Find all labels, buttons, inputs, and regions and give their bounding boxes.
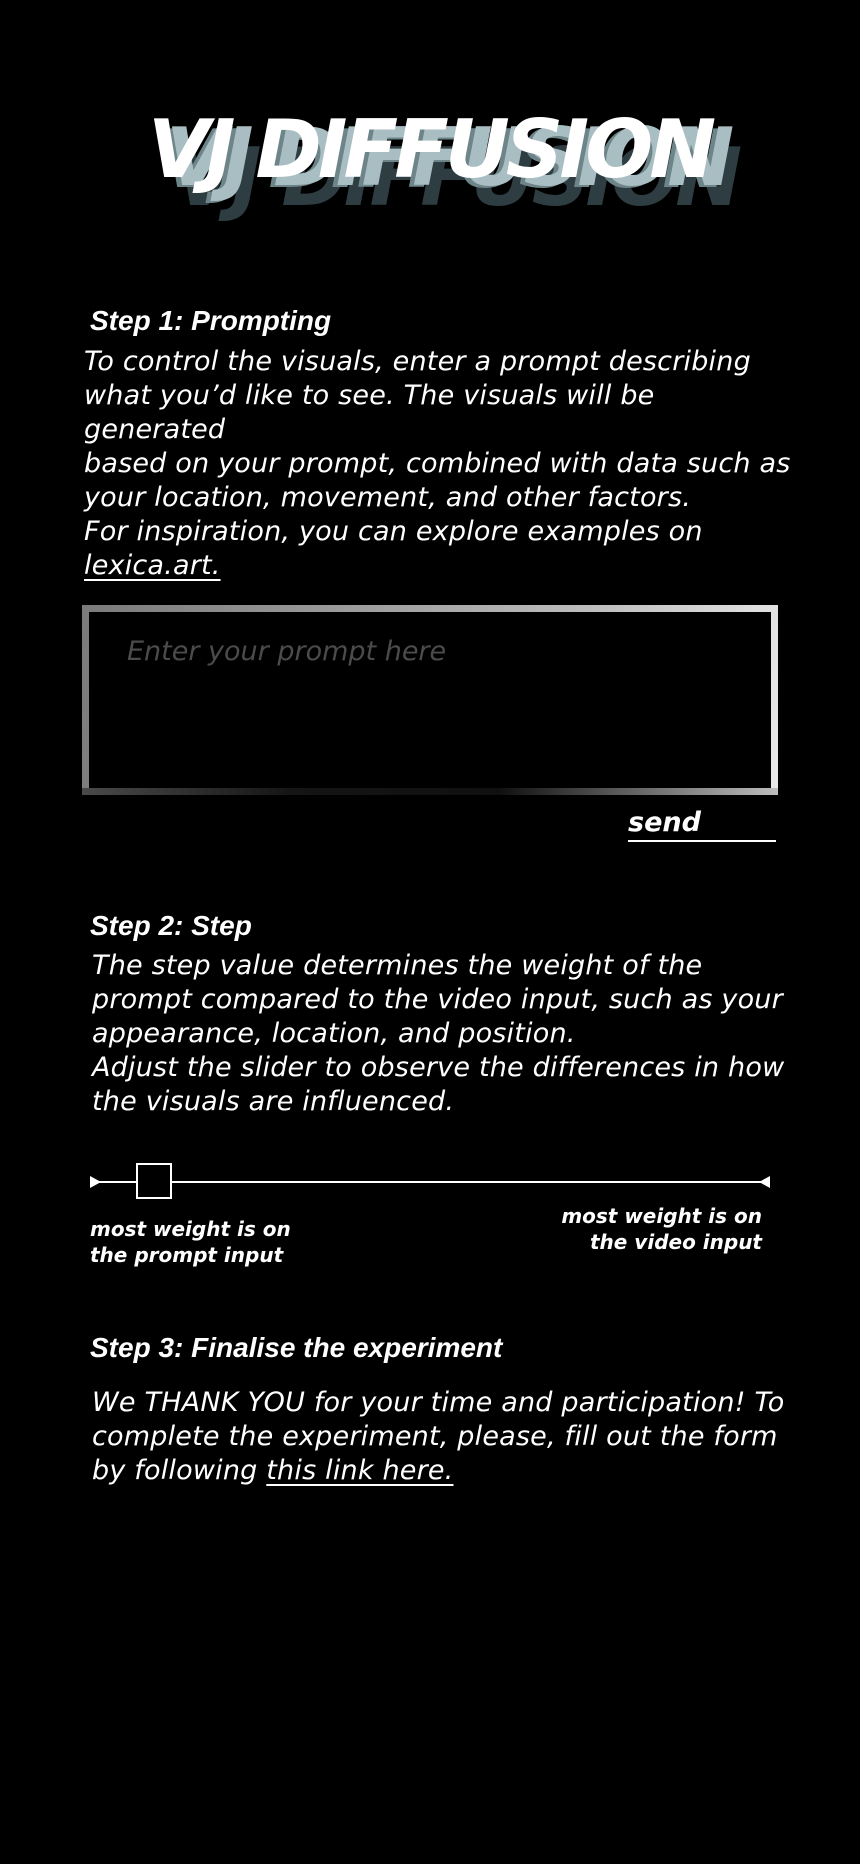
slider-right-label: most weight is on the video input (540, 1203, 762, 1255)
prompt-box (82, 605, 778, 795)
step3-description-line: We THANK YOU for your time and participa… (92, 1387, 785, 1418)
step2-description-line: prompt compared to the video input, such… (92, 984, 783, 1015)
step2-description-line: The step value determines the weight of … (92, 950, 703, 981)
step3-title: Step 3: Finalise the experiment (90, 1332, 503, 1363)
inspiration-text: For inspiration, you can explore example… (84, 516, 703, 547)
step2-description: The step value determines the weight of … (92, 949, 812, 1119)
step2-description-line: the visuals are influenced. (92, 1086, 455, 1117)
step1-description-line: To control the visuals, enter a prompt d… (84, 346, 751, 377)
slider-right-label-line: most weight is on (561, 1204, 762, 1228)
step2-description-line: Adjust the slider to observe the differe… (92, 1052, 785, 1083)
step3-description-line: complete the experiment, please, fill ou… (92, 1421, 778, 1452)
slider-left-label: most weight is on the prompt input (90, 1216, 291, 1268)
slider-left-label-line: the prompt input (90, 1243, 284, 1267)
step1-description-line: what you’d like to see. The visuals will… (84, 380, 655, 445)
logo: VJ DIFFUSION VJ DIFFUSION VJ DIFFUSION V… (0, 100, 860, 260)
slider-right-label-line: the video input (589, 1230, 762, 1254)
step1-title: Step 1: Prompting (90, 305, 332, 336)
step2-description-line: appearance, location, and position. (92, 1018, 576, 1049)
form-link[interactable]: this link here. (266, 1455, 453, 1486)
step3-link-prefix: by following (92, 1455, 267, 1486)
slider-left-label-line: most weight is on (90, 1217, 291, 1241)
step3-description-line: by following this link here. (92, 1454, 812, 1488)
step2-title: Step 2: Step (90, 910, 252, 941)
step1-description: To control the visuals, enter a prompt d… (84, 345, 804, 515)
step1-description-line: based on your prompt, combined with data… (84, 448, 791, 479)
slider-track[interactable] (98, 1181, 762, 1183)
page: VJ DIFFUSION VJ DIFFUSION VJ DIFFUSION V… (0, 0, 860, 1864)
lexica-link[interactable]: lexica.art. (84, 550, 221, 581)
send-button[interactable]: send (628, 806, 776, 842)
step-slider[interactable] (90, 1160, 770, 1204)
logo-title: VJ DIFFUSION (147, 103, 716, 196)
step3-description: We THANK YOU for your time and participa… (92, 1386, 812, 1488)
slider-thumb[interactable] (135, 1163, 172, 1199)
prompt-input[interactable] (89, 612, 771, 788)
slider-end-arrow-icon (759, 1176, 770, 1188)
step1-description-line: your location, movement, and other facto… (84, 482, 692, 513)
step1-inspiration: For inspiration, you can explore example… (84, 515, 804, 583)
